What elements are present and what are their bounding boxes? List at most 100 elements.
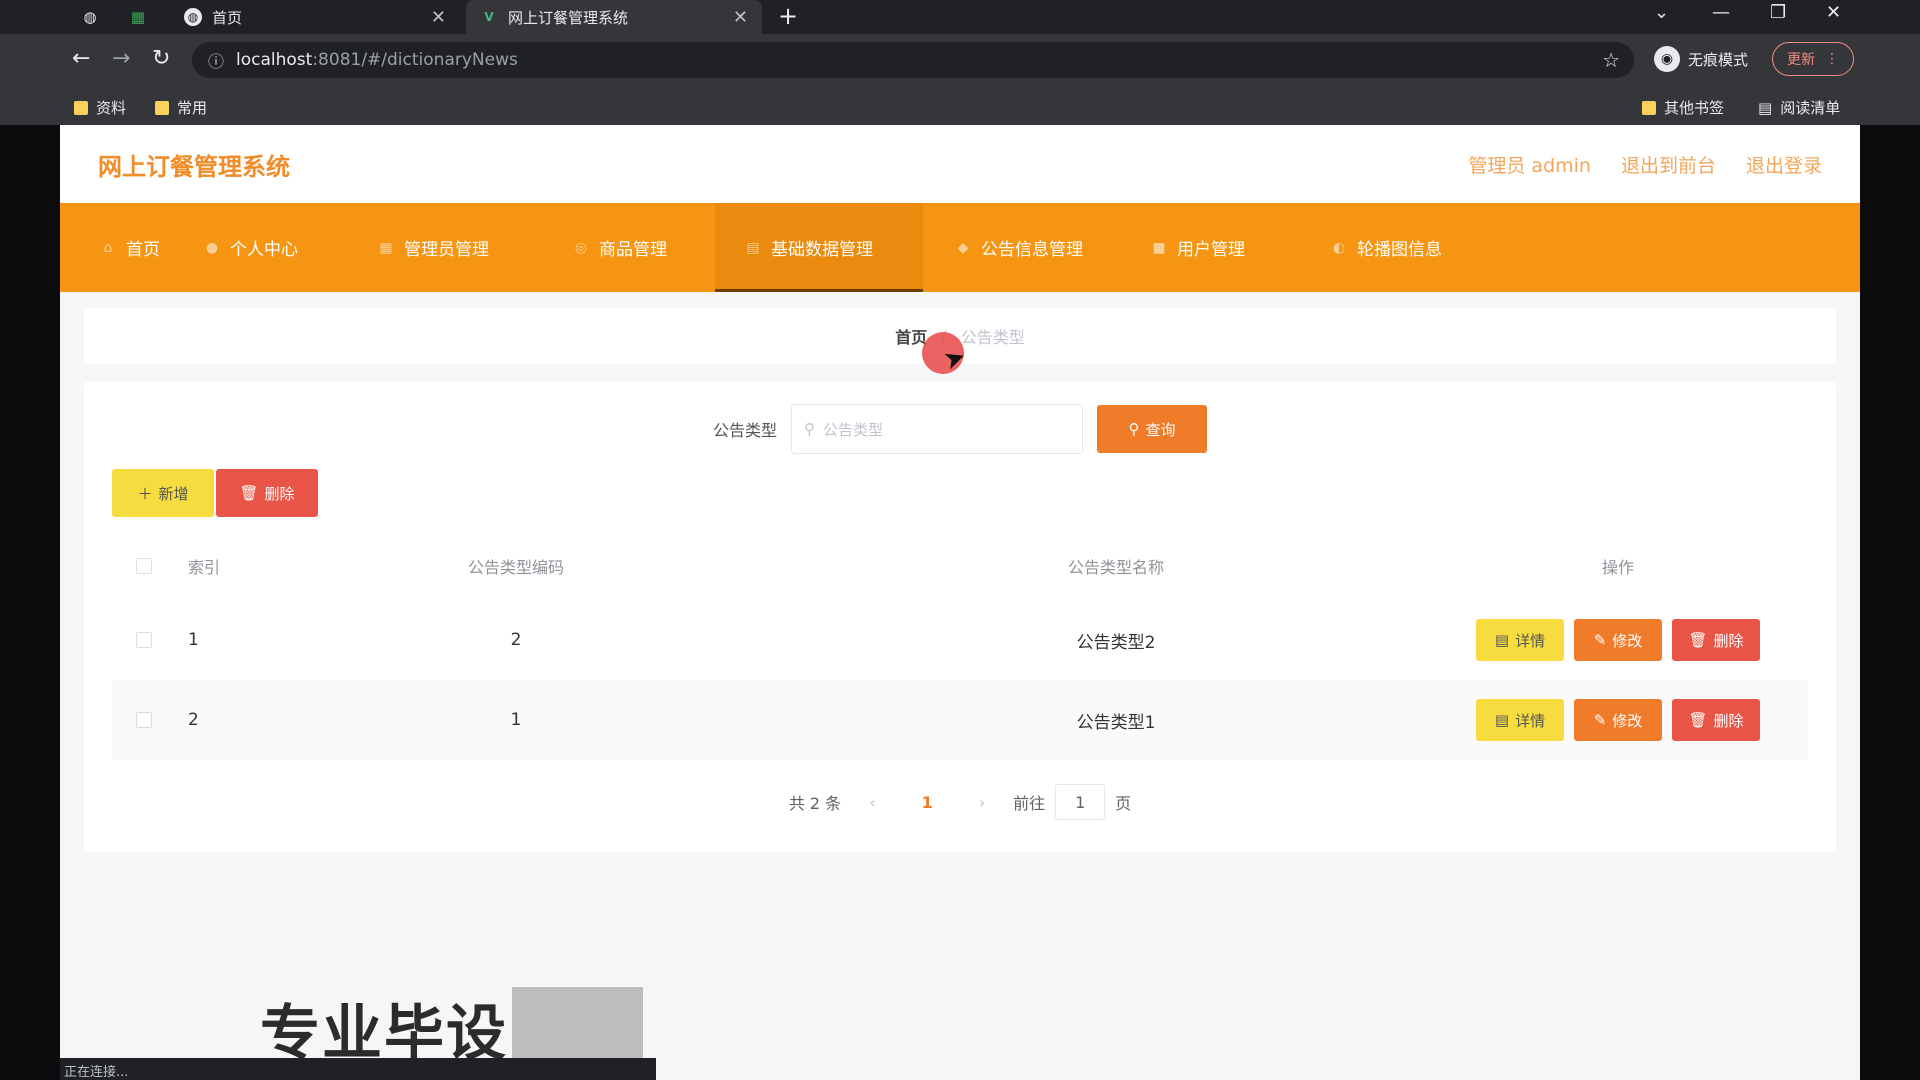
search-form: 公告类型 ⚲ 公告类型 ⚲ 查询 [84, 404, 1836, 454]
admin-label: 管理员 admin [1468, 154, 1591, 177]
folder-icon [1642, 100, 1656, 115]
app-window: 网上订餐管理系统 管理员 admin 退出到前台 退出登录 ⌂ 首页 ● 个人中心 … [60, 125, 1860, 1080]
row-checkbox[interactable] [136, 632, 152, 648]
nav-item-base-data[interactable]: ▤ 基础数据管理 [715, 203, 923, 292]
data-icon: ▤ [746, 239, 760, 256]
add-button[interactable]: ＋ 新增 [112, 469, 214, 517]
nav-item-goods[interactable]: ◎ 商品管理 [545, 203, 715, 292]
bookmark-folder[interactable]: 其他书签 [1642, 97, 1724, 118]
doc-icon: ▤ [1494, 631, 1510, 649]
info-icon[interactable]: ⓘ [208, 48, 224, 72]
list-card: 公告类型 ⚲ 公告类型 ⚲ 查询 ＋ 新增 🗑 删除 索引 公告类型编码 公告类… [84, 382, 1836, 852]
cell-index: 1 [188, 630, 199, 650]
page-number-current[interactable]: 1 [904, 793, 951, 812]
bookmark-label: 常用 [177, 99, 208, 117]
edit-button[interactable]: ✎ 修改 [1574, 699, 1662, 741]
users-icon: ■ [1152, 239, 1166, 256]
delete-button[interactable]: 🗑 删除 [1672, 699, 1760, 741]
detail-button[interactable]: ▤ 详情 [1476, 699, 1564, 741]
exit-to-front-link[interactable]: 退出到前台 [1621, 151, 1716, 178]
nav-item-admins[interactable]: ▦ 管理员管理 [338, 203, 545, 292]
tab-app[interactable]: V 网上订餐管理系统 ✕ [466, 0, 762, 34]
chevron-down-icon[interactable]: ⌄ [1654, 2, 1669, 23]
nav-label: 首页 [126, 240, 160, 260]
tab-home[interactable]: ◍ 首页 ✕ [170, 0, 460, 34]
back-icon[interactable]: ← [72, 46, 90, 71]
globe-icon: ◍ [184, 8, 202, 26]
close-icon[interactable]: ✕ [733, 7, 748, 28]
search-label: 公告类型 [712, 421, 777, 440]
delete-label: 删除 [1713, 711, 1744, 730]
bookmark-label: 其他书签 [1664, 99, 1725, 117]
restore-icon[interactable]: ❐ [1770, 2, 1786, 23]
incognito-label: 无痕模式 [1688, 50, 1749, 69]
table-row: 2 1 公告类型1 ▤ 详情 ✎ 修改 🗑 删除 [112, 680, 1808, 760]
edit-label: 修改 [1612, 711, 1643, 730]
goods-icon: ◎ [574, 239, 588, 256]
new-tab-icon[interactable]: + [778, 2, 798, 30]
goto-label: 前往 [1013, 794, 1046, 813]
row-actions: ▤ 详情 ✎ 修改 🗑 删除 [1428, 699, 1808, 741]
cell-name: 公告类型2 [1076, 632, 1156, 653]
detail-button[interactable]: ▤ 详情 [1476, 619, 1564, 661]
detail-label: 详情 [1515, 711, 1546, 730]
bookmark-folder[interactable]: 资料 [74, 97, 126, 118]
row-checkbox-cell [112, 632, 188, 648]
logout-link[interactable]: 退出登录 [1746, 151, 1822, 178]
update-button[interactable]: 更新 ⋮ [1772, 42, 1854, 76]
nav-item-carousel[interactable]: ◐ 轮播图信息 [1295, 203, 1464, 292]
search-icon: ⚲ [804, 420, 815, 438]
table-header: 索引 公告类型编码 公告类型名称 操作 [112, 532, 1808, 600]
url-text: localhost:8081/#/dictionaryNews [236, 50, 518, 70]
bookmark-star-icon[interactable]: ☆ [1602, 48, 1620, 72]
app-title: 网上订餐管理系统 [98, 152, 290, 181]
bookmark-folder[interactable]: 常用 [155, 97, 207, 118]
delete-label: 删除 [264, 484, 295, 503]
globe-icon[interactable]: ◍ [76, 4, 104, 30]
minimize-icon[interactable]: — [1712, 2, 1730, 23]
browser-toolbar: ← → ↻ ⓘ localhost:8081/#/dictionaryNews … [0, 34, 1920, 88]
trash-icon: 🗑 [1688, 711, 1708, 729]
prev-page-icon[interactable]: ‹ [869, 793, 875, 812]
nav-item-profile[interactable]: ● 个人中心 [182, 203, 338, 292]
query-button[interactable]: ⚲ 查询 [1097, 405, 1207, 453]
nav-label: 个人中心 [230, 240, 298, 260]
close-window-icon[interactable]: ✕ [1826, 2, 1841, 23]
nav-label: 用户管理 [1177, 240, 1245, 260]
doc-icon: ▤ [1494, 711, 1510, 729]
incognito-indicator[interactable]: ◉ 无痕模式 [1654, 46, 1748, 72]
header-index: 索引 [188, 558, 221, 577]
app-header: 网上订餐管理系统 管理员 admin 退出到前台 退出登录 [60, 125, 1860, 203]
reading-list[interactable]: ▤ 阅读清单 [1758, 97, 1840, 118]
more-menu-icon[interactable]: ⋮ [1825, 51, 1839, 67]
folder-icon [155, 100, 169, 115]
nav-item-home[interactable]: ⌂ 首页 [78, 203, 182, 292]
close-icon[interactable]: ✕ [431, 7, 446, 28]
main-nav: ⌂ 首页 ● 个人中心 ▦ 管理员管理 ◎ 商品管理 ▤ 基础数据管理 ◆ 公告信息管理 ■… [60, 203, 1860, 292]
batch-delete-button[interactable]: 🗑 删除 [216, 469, 318, 517]
edit-button[interactable]: ✎ 修改 [1574, 619, 1662, 661]
page-unit-label: 页 [1115, 794, 1132, 813]
search-icon: ⚲ [1128, 420, 1140, 438]
next-page-icon[interactable]: › [979, 793, 985, 812]
header-ops: 操作 [1601, 558, 1634, 577]
content-area: 首页 / 公告类型 公告类型 ⚲ 公告类型 ⚲ 查询 ＋ 新增 � [60, 292, 1860, 1080]
sheet-icon[interactable]: ▦ [124, 4, 152, 30]
row-actions: ▤ 详情 ✎ 修改 🗑 删除 [1428, 619, 1808, 661]
nav-label: 公告信息管理 [981, 240, 1083, 260]
goto-page-input[interactable]: 1 [1055, 784, 1106, 820]
delete-button[interactable]: 🗑 删除 [1672, 619, 1760, 661]
forward-icon[interactable]: → [112, 46, 130, 71]
nav-item-notices[interactable]: ◆ 公告信息管理 [923, 203, 1131, 292]
grid-icon: ▦ [379, 239, 393, 256]
notice-icon: ◆ [957, 239, 969, 256]
reload-icon[interactable]: ↻ [152, 46, 170, 71]
row-checkbox[interactable] [136, 712, 152, 728]
incognito-icon: ◉ [1654, 46, 1680, 72]
header-links: 管理员 admin 退出到前台 退出登录 [1468, 151, 1822, 178]
search-input[interactable]: ⚲ 公告类型 [791, 404, 1083, 454]
address-bar[interactable]: ⓘ localhost:8081/#/dictionaryNews ☆ [192, 42, 1634, 78]
select-all-checkbox[interactable] [136, 558, 152, 574]
nav-item-users[interactable]: ■ 用户管理 [1131, 203, 1295, 292]
data-table: 索引 公告类型编码 公告类型名称 操作 1 2 公告类型2 ▤ 详情 ✎ 修改 🗑 删… [112, 532, 1808, 760]
